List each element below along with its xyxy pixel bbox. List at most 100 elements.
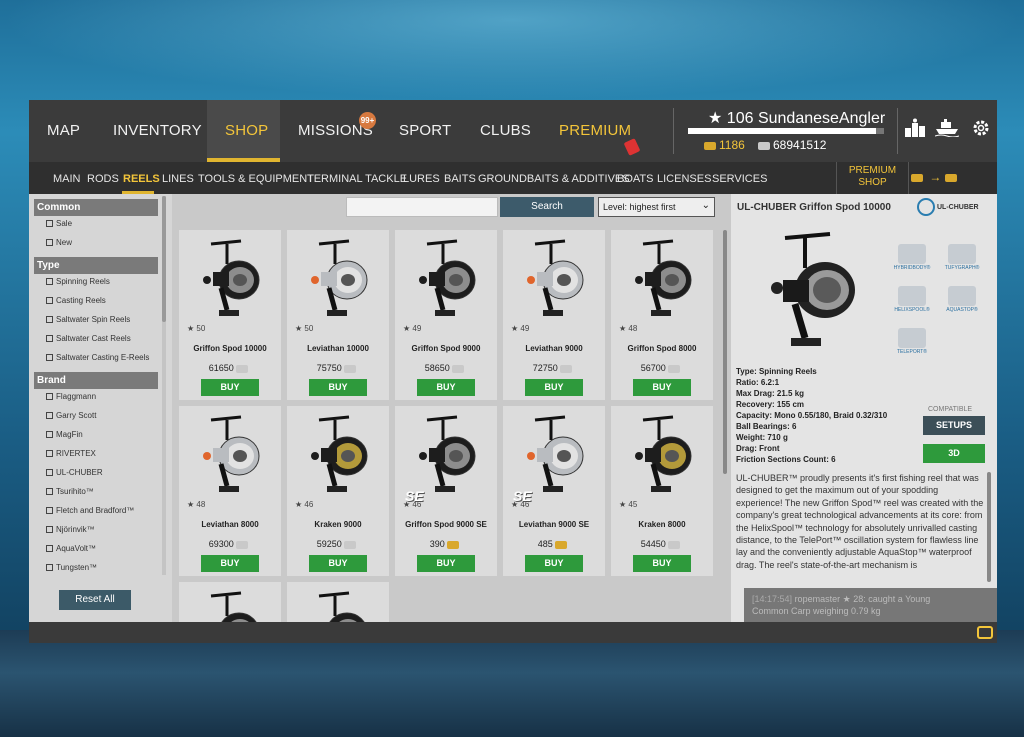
tab-lures[interactable]: LURES xyxy=(403,173,440,185)
reel-thumbnail[interactable] xyxy=(413,412,479,498)
nav-map[interactable]: MAP xyxy=(47,122,80,139)
product-card[interactable]: SE ★ 46 Leviathan 9000 SE 485 BUY xyxy=(503,406,605,576)
reel-thumbnail[interactable] xyxy=(305,236,371,322)
view-3d-button[interactable]: 3D xyxy=(923,444,985,463)
buy-button[interactable]: BUY xyxy=(309,555,367,572)
filter-checkbox-item[interactable]: Flaggmann xyxy=(46,392,96,401)
filter-checkbox-item[interactable]: New xyxy=(46,238,72,247)
tab-groundbaits[interactable]: GROUNDBAITS & ADDITIVES xyxy=(478,173,630,185)
search-input[interactable] xyxy=(346,197,498,217)
reel-thumbnail[interactable] xyxy=(521,236,587,322)
filter-group-header[interactable]: Type xyxy=(34,257,158,274)
nav-shop[interactable]: SHOP xyxy=(225,122,268,139)
checkbox[interactable] xyxy=(46,354,53,361)
filter-checkbox-item[interactable]: Casting Reels xyxy=(46,296,106,305)
description-scrollbar[interactable] xyxy=(987,472,991,582)
filter-checkbox-item[interactable]: Spinning Reels xyxy=(46,277,110,286)
buy-button[interactable]: BUY xyxy=(633,555,691,572)
tab-main[interactable]: MAIN xyxy=(53,173,81,185)
grid-scrollbar[interactable] xyxy=(723,230,727,474)
reel-thumbnail[interactable] xyxy=(305,412,371,498)
product-card[interactable]: ★ 48 Griffon Spod 8000 56700 BUY xyxy=(611,230,713,400)
checkbox[interactable] xyxy=(46,469,53,476)
sort-select[interactable]: Level: highest first ⌄ xyxy=(598,197,715,217)
filter-checkbox-item[interactable]: Tsurihito™ xyxy=(46,487,94,496)
filter-checkbox-item[interactable]: AquaVolt™ xyxy=(46,544,96,553)
checkbox[interactable] xyxy=(46,335,53,342)
technology-badge[interactable]: TUFYGRAPH® xyxy=(941,244,983,271)
filter-checkbox-item[interactable]: UL-CHUBER xyxy=(46,468,103,477)
product-card[interactable]: ★ 45 Kraken 8000 54450 BUY xyxy=(611,406,713,576)
buy-button[interactable]: BUY xyxy=(417,555,475,572)
checkbox[interactable] xyxy=(46,564,53,571)
filter-scrollbar[interactable] xyxy=(162,196,166,322)
reel-thumbnail[interactable] xyxy=(521,412,587,498)
nav-sport[interactable]: SPORT xyxy=(399,122,451,139)
gear-icon[interactable] xyxy=(968,118,994,144)
checkbox[interactable] xyxy=(46,545,53,552)
product-card[interactable]: ★ 49 Griffon Spod 9000 58650 BUY xyxy=(395,230,497,400)
reset-all-button[interactable]: Reset All xyxy=(59,590,131,610)
technology-badge[interactable]: HYBRIDBODY® xyxy=(891,244,933,271)
checkbox[interactable] xyxy=(46,507,53,514)
filter-checkbox-item[interactable]: Tungsten™ xyxy=(46,563,97,572)
filter-group-header[interactable]: Common xyxy=(34,199,158,216)
premium-shop-button[interactable]: PREMIUM SHOP xyxy=(836,162,909,194)
buy-button[interactable]: BUY xyxy=(309,379,367,396)
tab-licenses[interactable]: LICENSES xyxy=(657,173,711,185)
checkbox[interactable] xyxy=(46,297,53,304)
chat-icon[interactable] xyxy=(977,626,993,639)
filter-checkbox-item[interactable]: Saltwater Cast Reels xyxy=(46,334,131,343)
product-card[interactable]: ★ 48 Leviathan 8000 69300 BUY xyxy=(179,406,281,576)
checkbox[interactable] xyxy=(46,239,53,246)
buy-button[interactable]: BUY xyxy=(201,379,259,396)
reel-thumbnail[interactable] xyxy=(629,412,695,498)
player-profile[interactable]: ★ 106 SundaneseAngler xyxy=(708,108,885,128)
buy-button[interactable]: BUY xyxy=(633,379,691,396)
nav-premium[interactable]: PREMIUM xyxy=(559,122,631,139)
filter-checkbox-item[interactable]: Njörinvik™ xyxy=(46,525,95,534)
tab-tools-equipment[interactable]: TOOLS & EQUIPMENT xyxy=(198,173,314,185)
buy-button[interactable]: BUY xyxy=(201,555,259,572)
filter-checkbox-item[interactable]: MagFin xyxy=(46,430,83,439)
currency-exchange-button[interactable]: → xyxy=(911,170,960,184)
reel-thumbnail[interactable] xyxy=(413,236,479,322)
reel-thumbnail[interactable] xyxy=(629,236,695,322)
checkbox[interactable] xyxy=(46,526,53,533)
buy-button[interactable]: BUY xyxy=(417,379,475,396)
checkbox[interactable] xyxy=(46,278,53,285)
filter-checkbox-item[interactable]: Saltwater Casting E-Reels xyxy=(46,353,149,362)
product-card[interactable]: ★ 50 Griffon Spod 10000 61650 BUY xyxy=(179,230,281,400)
product-card[interactable]: ★ 46 Kraken 9000 59250 BUY xyxy=(287,406,389,576)
ship-icon[interactable] xyxy=(934,118,960,144)
tab-services[interactable]: SERVICES xyxy=(712,173,767,185)
technology-badge[interactable]: TELEPORT® xyxy=(891,328,933,355)
checkbox[interactable] xyxy=(46,316,53,323)
filter-checkbox-item[interactable]: Garry Scott xyxy=(46,411,96,420)
nav-inventory[interactable]: INVENTORY xyxy=(113,122,202,139)
checkbox[interactable] xyxy=(46,220,53,227)
tab-baits[interactable]: BAITS xyxy=(444,173,476,185)
detail-reel-image[interactable] xyxy=(755,228,865,358)
tab-reels[interactable]: REELS xyxy=(123,173,160,185)
checkbox[interactable] xyxy=(46,450,53,457)
leaderboard-icon[interactable] xyxy=(902,118,928,144)
filter-checkbox-item[interactable]: Sale xyxy=(46,219,72,228)
filter-group-header[interactable]: Brand xyxy=(34,372,158,389)
search-button[interactable]: Search xyxy=(500,197,594,217)
nav-clubs[interactable]: CLUBS xyxy=(480,122,531,139)
tab-boats[interactable]: BOATS xyxy=(617,173,653,185)
filter-checkbox-item[interactable]: Fletch and Bradford™ xyxy=(46,506,134,515)
checkbox[interactable] xyxy=(46,488,53,495)
technology-badge[interactable]: HELIXSPOOL® xyxy=(891,286,933,313)
setups-button[interactable]: SETUPS xyxy=(923,416,985,435)
product-card[interactable]: ★ 50 Leviathan 10000 75750 BUY xyxy=(287,230,389,400)
product-card[interactable]: ★ 49 Leviathan 9000 72750 BUY xyxy=(503,230,605,400)
buy-button[interactable]: BUY xyxy=(525,555,583,572)
checkbox[interactable] xyxy=(46,393,53,400)
reel-thumbnail[interactable] xyxy=(197,412,263,498)
tab-lines[interactable]: LINES xyxy=(162,173,194,185)
checkbox[interactable] xyxy=(46,431,53,438)
technology-badge[interactable]: AQUASTOP® xyxy=(941,286,983,313)
tab-terminal-tackle[interactable]: TERMINAL TACKLE xyxy=(307,173,407,185)
